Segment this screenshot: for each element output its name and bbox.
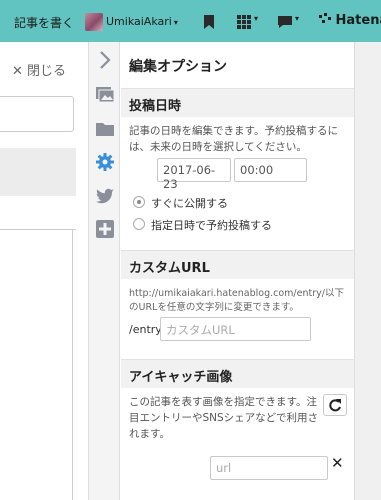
chevron-down-icon: ▾ [254,14,259,23]
chevron-down-icon: ▾ [173,18,178,27]
close-editor-link[interactable]: ✕ 閉じる [12,60,66,79]
plus-icon[interactable] [95,219,115,239]
radio-button[interactable] [133,196,145,208]
custom-url-input[interactable]: カスタムURL [160,317,311,341]
date-input[interactable]: 2017-06-23 [157,158,231,191]
grid-menu-icon[interactable] [236,14,252,30]
radio-label: 指定日時で予約投稿する [151,219,272,232]
post-date-heading: 投稿日時 [121,88,354,117]
eyecatch-description: この記事を表す画像を指定できます。注目エントリーやSNSシェアなどで利用されます… [129,396,318,440]
top-bar: 記事を書く UmikaiAkari▾ ▾ ▾ Hatena [0,0,381,42]
twitter-icon[interactable] [95,186,115,206]
title-input[interactable] [0,96,74,132]
bookmark-icon[interactable] [201,14,217,30]
panel-title: 編集オプション [129,59,227,75]
folder-icon[interactable] [95,119,115,139]
divider [72,229,73,500]
chevron-down-icon: ▾ [295,14,300,23]
brand-name: Hatena [335,13,381,28]
eyecatch-url-input[interactable]: url [210,456,328,480]
section-title: カスタムURL [129,261,210,276]
post-date-description: 記事の日時を編集できます。予約投稿するには、未来の日時を選択してください。 [129,125,338,153]
write-article-link[interactable]: 記事を書く [14,14,74,31]
section-title: 投稿日時 [129,99,182,114]
panel-scrollbar[interactable] [354,42,381,500]
radio-publish-now[interactable]: すぐに公開する [133,195,228,211]
custom-url-description: http://umikaiakari.hatenablog.com/entry/… [129,288,344,313]
editor-toolbar [0,148,76,196]
hatena-logo[interactable]: Hatena [319,13,381,28]
time-input[interactable]: 00:00 [234,158,307,182]
panel-header: 編集オプション [121,42,354,86]
divider [0,229,76,230]
custom-url-heading: カスタムURL [121,250,354,279]
clear-url-button[interactable]: ✕ [331,454,344,472]
eyecatch-heading: アイキャッチ画像 [121,359,354,388]
hatena-logo-icon [319,13,331,23]
radio-schedule[interactable]: 指定日時で予約投稿する [133,217,272,233]
radio-button[interactable] [133,218,145,230]
sidebar-icon-rail [88,42,120,500]
section-title: アイキャッチ画像 [129,370,233,385]
user-name: UmikaiAkari [106,15,172,28]
user-avatar[interactable] [85,13,103,31]
chevron-right-icon[interactable] [95,50,115,70]
gear-icon[interactable] [95,152,115,172]
edit-options-panel: 編集オプション 投稿日時 記事の日時を編集できます。予約投稿するには、未来の日時… [121,42,354,500]
user-menu[interactable]: UmikaiAkari ▾ [106,15,178,28]
refresh-icon [329,399,341,412]
refresh-button[interactable] [323,394,347,416]
photo-icon[interactable] [95,84,115,104]
comment-icon[interactable] [277,14,293,30]
radio-label: すぐに公開する [151,197,228,210]
